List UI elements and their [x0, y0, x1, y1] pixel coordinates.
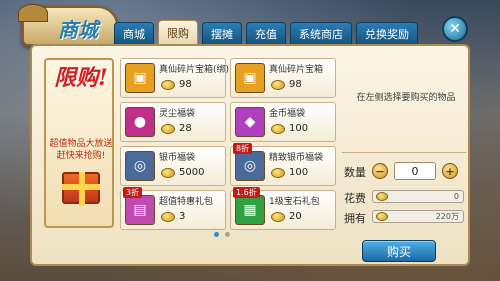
gold-coin-icon	[161, 80, 175, 90]
close-icon: ✕	[449, 21, 461, 37]
item-grid: ▣ 真仙碎片宝箱(绑) 98 ▣ 真仙碎片宝箱 98 ● 灵尘福袋 28 ◆ 金币福袋 100 ◎ 银币福…	[120, 58, 336, 230]
item-name: 超值特惠礼包	[159, 197, 214, 207]
own-field: 220万	[372, 210, 464, 223]
discount-badge: 1.6折	[233, 187, 260, 198]
item-price: 100	[289, 167, 309, 178]
treasure-chest-icon: ▣	[235, 63, 265, 93]
coin-pouch-icon: ◆	[235, 107, 265, 137]
shop-panel: 限购! 超值物品大放送 赶快来抢购! ▣ 真仙碎片宝箱(绑) 98 ▣ 真仙碎片宝箱 98…	[30, 44, 470, 266]
item-name: 真仙碎片宝箱	[269, 65, 324, 75]
divider	[342, 152, 466, 153]
own-label: 拥有	[344, 212, 366, 225]
own-value: 220万	[435, 212, 459, 221]
quantity-decrease-button[interactable]: −	[372, 163, 388, 179]
cost-label: 花费	[344, 192, 366, 205]
shop-item[interactable]: ◎ 精致银币福袋 100 8折	[230, 143, 336, 186]
promo-subtitle: 超值物品大放送 赶快来抢购!	[48, 138, 113, 162]
discount-badge: 8折	[233, 143, 253, 154]
tab-mall[interactable]: 商城	[114, 22, 154, 44]
shop-item[interactable]: ▦ 1级宝石礼包 20 1.6折	[230, 187, 336, 230]
gold-coin-icon	[161, 212, 175, 222]
pagoda-icon	[18, 4, 48, 22]
cost-value: 0	[453, 192, 459, 201]
item-name: 银币福袋	[159, 153, 196, 163]
tab-stall[interactable]: 摆摊	[202, 22, 242, 44]
page-dot[interactable]	[214, 232, 219, 237]
gem-box-icon: ▦	[235, 195, 265, 225]
gift-box-icon: ▤	[125, 195, 155, 225]
close-button[interactable]: ✕	[442, 16, 468, 42]
gold-coin-icon	[271, 124, 285, 134]
gold-coin-icon	[161, 168, 175, 178]
item-name: 1级宝石礼包	[269, 197, 320, 207]
promo-subtitle-line1: 超值物品大放送	[49, 139, 113, 149]
gold-coin-icon	[271, 168, 285, 178]
item-name: 真仙碎片宝箱(绑)	[159, 65, 230, 75]
quantity-input[interactable]: 0	[394, 162, 436, 180]
shop-item[interactable]: ◎ 银币福袋 5000	[120, 146, 226, 186]
gold-coin-icon	[376, 192, 388, 201]
discount-badge: 3折	[123, 187, 143, 198]
promo-subtitle-line2: 赶快来抢购!	[56, 151, 106, 161]
gold-coin-icon	[376, 212, 388, 221]
item-name: 金币福袋	[269, 109, 306, 119]
item-price: 5000	[179, 167, 205, 178]
shop-item[interactable]: ▣ 真仙碎片宝箱(绑) 98	[120, 58, 230, 98]
shop-item[interactable]: ▤ 超值特惠礼包 3 3折	[120, 187, 226, 230]
gift-icon	[62, 172, 100, 206]
tab-system-shop[interactable]: 系统商店	[290, 22, 352, 44]
tab-limited[interactable]: 限购	[158, 20, 198, 44]
gold-coin-icon	[161, 124, 175, 134]
quantity-increase-button[interactable]: +	[442, 163, 458, 179]
shop-item[interactable]: ▣ 真仙碎片宝箱 98	[230, 58, 336, 98]
page-dot[interactable]	[225, 232, 230, 237]
treasure-chest-icon: ▣	[125, 63, 155, 93]
item-price: 100	[289, 123, 309, 134]
item-price: 20	[289, 211, 302, 222]
shop-item[interactable]: ◆ 金币福袋 100	[230, 102, 336, 142]
page-indicator	[214, 232, 230, 237]
item-price: 3	[179, 211, 186, 222]
item-name: 精致银币福袋	[269, 153, 324, 163]
buy-button[interactable]: 购买	[362, 240, 436, 262]
item-price: 98	[289, 79, 302, 90]
shop-item[interactable]: ● 灵尘福袋 28	[120, 102, 226, 142]
item-price: 28	[179, 123, 192, 134]
item-price: 98	[179, 79, 192, 90]
tab-bar: 商城 限购 摆摊 充值 系统商店 兑换奖励	[114, 20, 418, 44]
tab-recharge[interactable]: 充值	[246, 22, 286, 44]
item-name: 灵尘福袋	[159, 109, 196, 119]
gold-coin-icon	[271, 212, 285, 222]
quantity-label: 数量	[344, 166, 366, 179]
selection-hint: 在左侧选择要购买的物品	[356, 93, 456, 103]
promo-headline: 限购!	[54, 65, 108, 91]
page-title: 商城	[58, 18, 98, 42]
silver-coin-icon: ◎	[235, 151, 265, 181]
gold-coin-icon	[271, 80, 285, 90]
promo-banner: 限购! 超值物品大放送 赶快来抢购!	[44, 58, 114, 228]
title-banner: 商城	[18, 4, 118, 46]
silver-coin-icon: ◎	[125, 151, 155, 181]
pouch-icon: ●	[125, 107, 155, 137]
cost-field: 0	[372, 190, 464, 203]
tab-redeem[interactable]: 兑换奖励	[356, 22, 418, 44]
